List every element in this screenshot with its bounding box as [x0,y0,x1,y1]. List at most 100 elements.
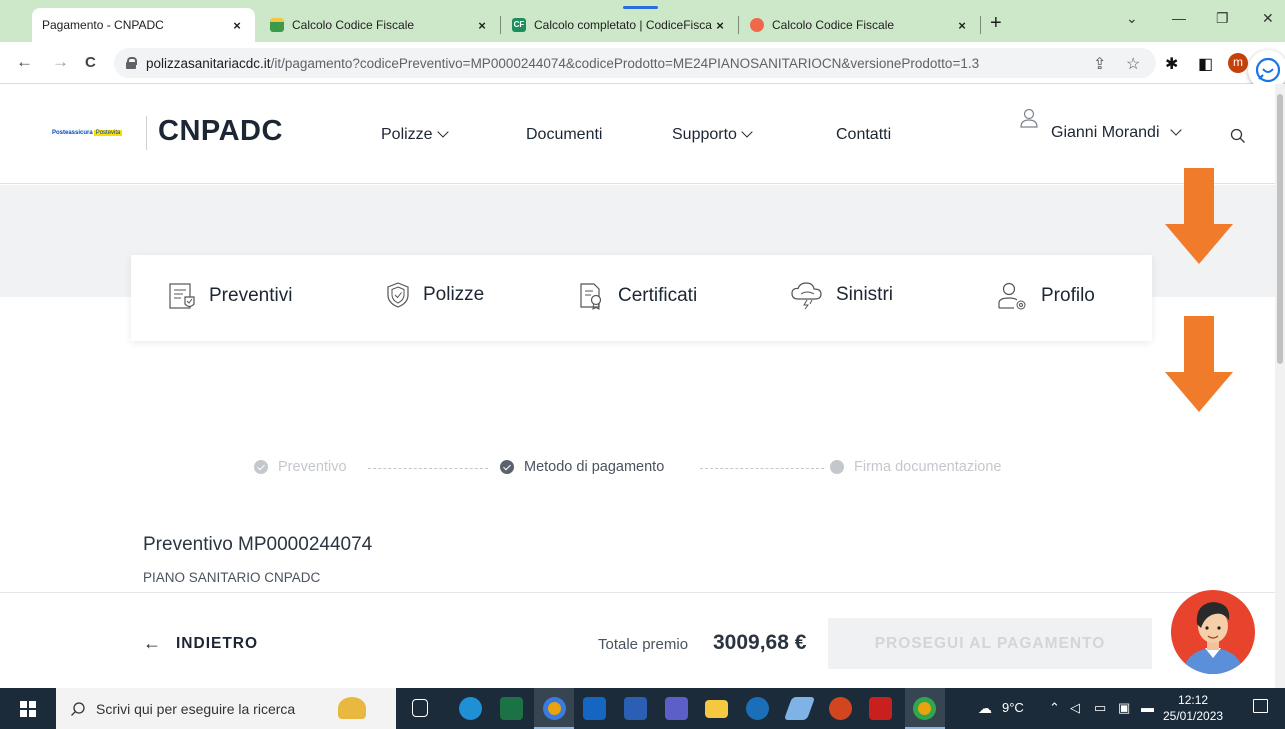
powerpoint-icon[interactable] [829,697,852,720]
quick-nav-preventivi[interactable]: Preventivi [167,281,292,311]
tab-close-icon[interactable]: × [474,18,490,33]
quick-nav-label: Sinistri [836,284,894,305]
user-menu[interactable]: Gianni Morandi [1051,124,1182,142]
task-view-icon[interactable] [412,699,428,717]
quick-nav-sinistri[interactable]: Sinistri [790,281,893,309]
extensions-puzzle-icon[interactable]: ✱ [1165,54,1178,74]
back-icon[interactable]: ← [16,52,33,72]
back-button[interactable]: ← INDIETRO [143,633,258,654]
menu-label: Polizze [381,126,433,143]
file-explorer-icon[interactable] [705,700,728,718]
step-firma-documentazione: Firma documentazione [830,459,1002,475]
proceed-to-payment-button[interactable]: PROSEGUI AL PAGAMENTO [828,618,1152,669]
quick-nav-card: Preventivi Polizze Certificati Sinistri … [131,255,1152,341]
tab-title: Pagamento - CNPADC [42,18,164,32]
tab-close-icon[interactable]: × [229,18,245,33]
tab-close-icon[interactable]: × [954,18,970,33]
windows-start-icon[interactable] [20,701,36,717]
weather-temperature[interactable]: 9°C [1002,700,1024,715]
brand-title[interactable]: CNPADC [158,115,283,148]
excel-icon[interactable] [500,697,523,720]
scrollbar-thumb[interactable] [1277,94,1283,364]
quick-nav-profilo[interactable]: Profilo [997,281,1095,311]
page-scrollbar[interactable] [1275,84,1285,688]
step-connector [368,468,488,469]
browser-toolbar: ← → C polizzasanitariacdc.it/it/pagament… [0,42,1285,84]
menu-label: Documenti [526,126,603,143]
minimize-icon[interactable]: — [1172,10,1186,26]
close-window-icon[interactable]: ✕ [1262,10,1274,27]
url-path: /it/pagamento?codicePreventivo=MP0000244… [270,55,980,71]
tab-separator [738,16,739,34]
battery-icon[interactable]: ▬ [1141,700,1154,715]
quick-nav-label: Polizze [423,284,485,305]
new-tab-button[interactable]: + [990,12,1002,35]
search-icon[interactable] [1230,128,1246,149]
logo-divider [146,116,147,150]
word-icon[interactable] [624,697,647,720]
quick-nav-label: Preventivi [209,285,293,306]
teams-icon[interactable] [665,697,688,720]
user-name: Gianni Morandi [1051,124,1160,141]
tab-search-dropdown-icon[interactable]: ⌄ [1126,10,1138,27]
quick-nav-certificati[interactable]: Certificati [578,281,697,311]
menu-documenti[interactable]: Documenti [526,126,602,144]
user-icon[interactable] [1020,108,1038,133]
menu-label: Contatti [836,126,892,143]
chrome-profile-icon[interactable] [913,697,936,720]
quick-nav-label: Certificati [618,285,698,306]
outlook-icon[interactable] [583,697,606,720]
step-label: Preventivo [278,459,347,475]
network-icon[interactable]: ▭ [1094,700,1106,716]
step-label: Firma documentazione [854,459,1002,475]
down-arrow-annotation-icon [1165,168,1233,264]
menu-contatti[interactable]: Contatti [836,126,891,144]
step-label: Metodo di pagamento [524,459,665,475]
site-header: Posteassicura Postevita CNPADC Polizze D… [0,84,1275,184]
logo-text-postevita: Postevita [93,130,123,136]
tab-calcolo-codice-fiscale[interactable]: Calcolo Codice Fiscale × [260,8,500,42]
restore-icon[interactable]: ❐ [1216,10,1229,27]
reload-icon[interactable]: C [85,54,96,71]
onedrive-icon[interactable]: ▣ [1118,700,1130,716]
chevron-down-icon [741,126,753,138]
taskbar-clock[interactable]: 12:12 25/01/2023 [1163,692,1223,724]
volume-icon[interactable]: ◁ [1070,700,1080,716]
address-bar[interactable]: polizzasanitariacdc.it/it/pagamento?codi… [114,48,1156,78]
quick-nav-label: Profilo [1041,285,1095,306]
lock-icon [126,57,137,69]
notifications-icon[interactable] [1253,699,1268,713]
weather-cloud-icon[interactable]: ☁ [978,700,992,717]
windows-taskbar: Scrivi qui per eseguire la ricerca ☁ 9°C… [0,688,1285,729]
share-icon[interactable]: ⇪ [1093,54,1106,74]
clock-time: 12:12 [1178,693,1209,707]
menu-supporto[interactable]: Supporto [672,126,753,144]
check-circle-icon [254,460,268,474]
url-host: polizzasanitariacdc.it [146,55,271,71]
notes-icon[interactable] [783,697,816,720]
search-highlight-icon [338,697,366,719]
tab-title: Calcolo completato | CodiceFisca [534,18,712,32]
profile-avatar[interactable]: m [1228,53,1248,73]
tab-close-icon[interactable]: × [712,18,728,33]
acrobat-icon[interactable] [869,697,892,720]
tab-calcolo-codice-fiscale-2[interactable]: Calcolo Codice Fiscale × [740,8,980,42]
poste-logo[interactable]: Posteassicura Postevita [52,130,123,136]
bookmark-star-icon[interactable]: ☆ [1126,54,1140,74]
tab-separator [500,16,501,34]
virtual-assistant-avatar[interactable] [1171,590,1255,674]
quick-nav-polizze[interactable]: Polizze [385,281,484,309]
forward-icon[interactable]: → [52,52,69,72]
tray-chevron-up-icon[interactable]: ⌃ [1049,700,1060,716]
tab-title: Calcolo Codice Fiscale [772,18,895,32]
tab-calcolo-completato[interactable]: CF Calcolo completato | CodiceFisca × [502,8,738,42]
tab-pagamento[interactable]: Pagamento - CNPADC × [32,8,255,42]
skype-icon[interactable] [746,697,769,720]
chrome-icon[interactable] [543,697,566,720]
menu-polizze[interactable]: Polizze [381,126,449,144]
edge-browser-icon[interactable] [459,697,482,720]
side-panel-icon[interactable]: ◧ [1198,54,1213,74]
taskbar-search-box[interactable]: Scrivi qui per eseguire la ricerca [56,688,396,729]
total-premium-label: Totale premio [598,636,689,653]
shield-icon [387,282,409,308]
